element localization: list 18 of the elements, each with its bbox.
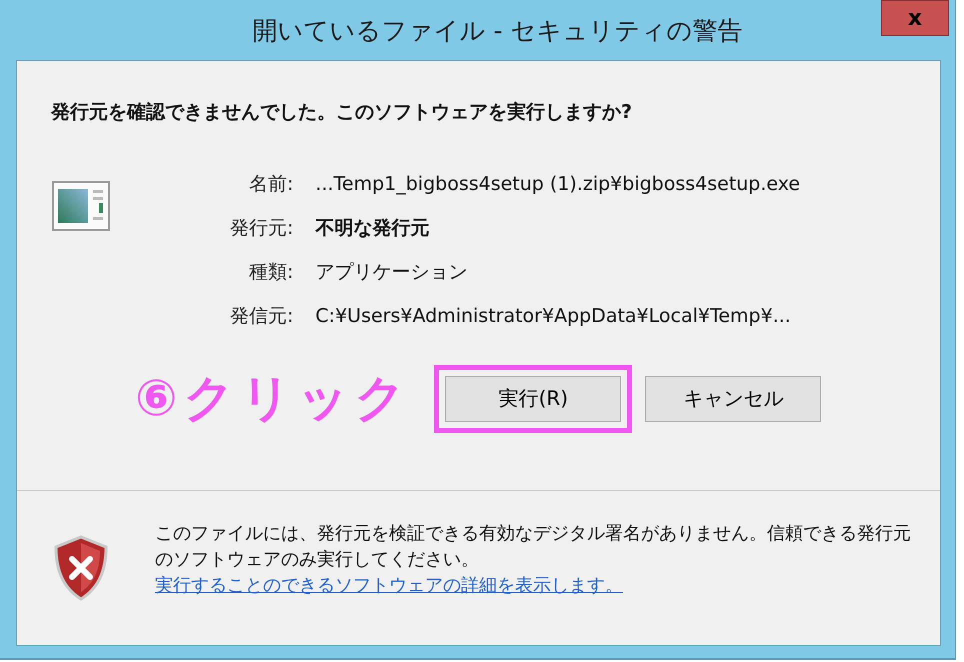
details-link[interactable]: 実行することのできるソフトウェアの詳細を表示します。 bbox=[155, 575, 623, 596]
dialog-button[interactable]: 実行(R) bbox=[445, 376, 622, 422]
field-value: アプリケーション bbox=[315, 260, 468, 285]
field-value: ...Temp1_bigboss4setup (1).zip¥bigboss4setup.exe bbox=[315, 173, 800, 195]
dialog-heading: 発行元を確認できませんでした。このソフトウェアを実行しますか? bbox=[51, 100, 634, 125]
field-label: 名前: bbox=[248, 172, 294, 197]
annotation-text: ⑥クリック bbox=[135, 368, 412, 429]
field-value: 不明な発行元 bbox=[315, 216, 430, 241]
field-label: 発行元: bbox=[230, 216, 294, 241]
application-window-icon bbox=[52, 181, 110, 231]
field-label: 種類: bbox=[248, 260, 294, 285]
window-title: 開いているファイル - セキュリティの警告 bbox=[252, 14, 742, 46]
close-button[interactable]: x bbox=[881, 0, 949, 36]
error-shield-icon bbox=[53, 535, 109, 601]
warning-text: このファイルには、発行元を検証できる有効なデジタル署名がありません。信頼できる発行元のソフトウェアのみ実行してください。 実行することのできるソフトウェアの詳細を表示します。 bbox=[155, 522, 912, 598]
field-label: 発信元: bbox=[230, 304, 294, 329]
field-value: C:¥Users¥Administrator¥AppData¥Local¥Temp¥... bbox=[315, 305, 792, 327]
dialog-button[interactable]: キャンセル bbox=[645, 376, 822, 422]
